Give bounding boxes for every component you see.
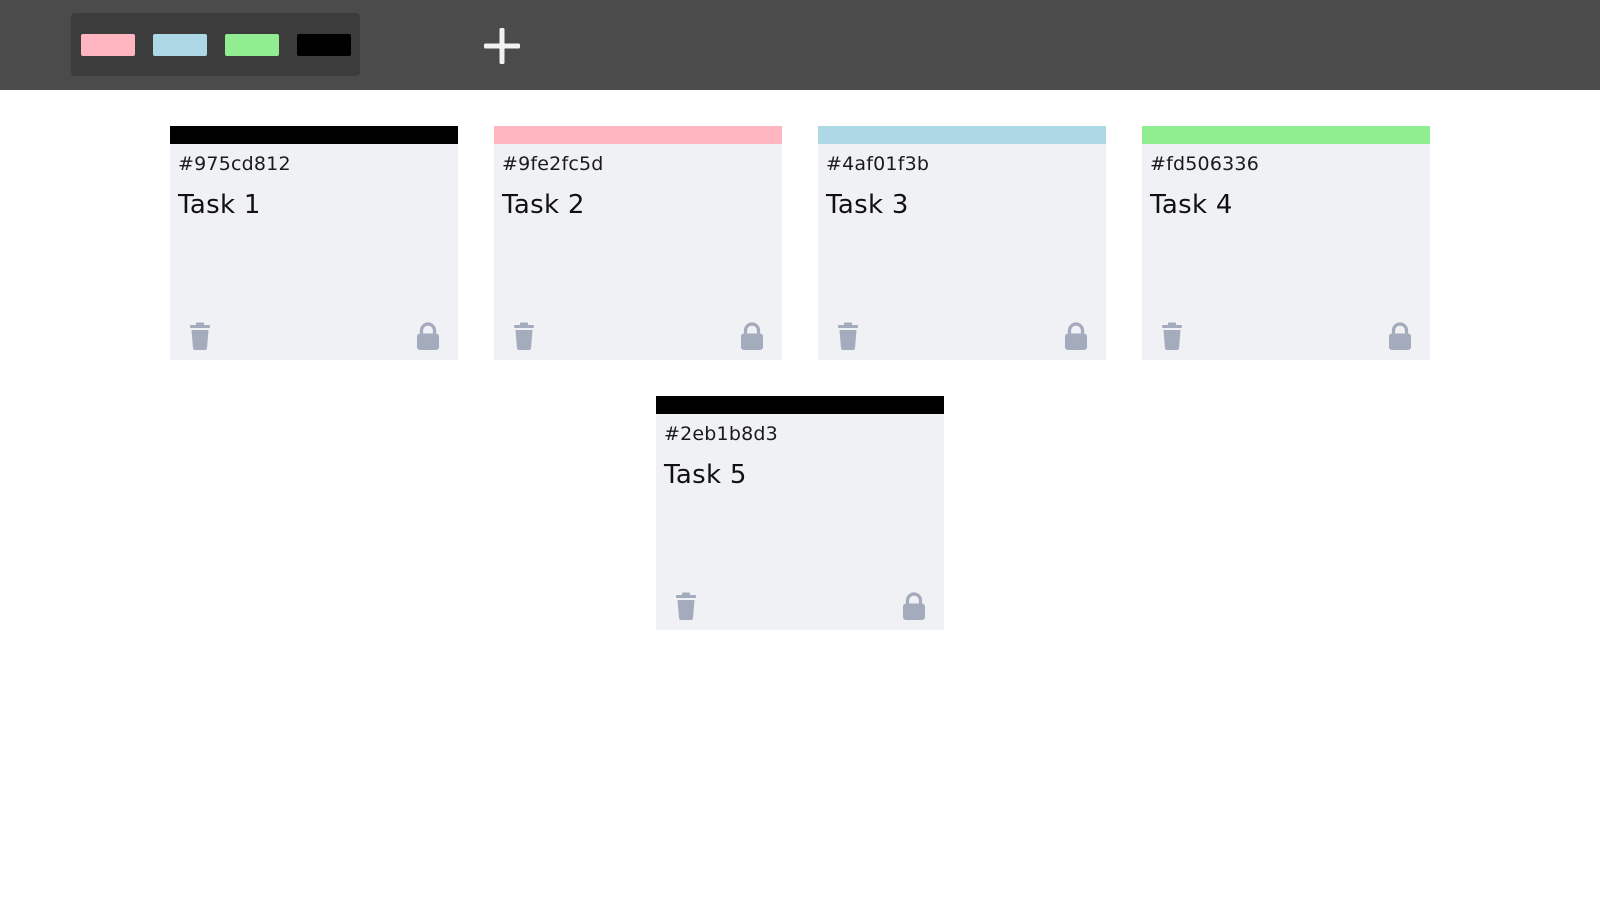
lock-icon xyxy=(1389,322,1411,350)
ticket-color-bar[interactable] xyxy=(494,126,782,144)
lock-ticket-button[interactable] xyxy=(413,321,443,351)
trash-icon xyxy=(1162,322,1182,350)
delete-ticket-button[interactable] xyxy=(671,591,701,621)
ticket-id: #fd506336 xyxy=(1150,153,1259,175)
trash-icon xyxy=(838,322,858,350)
ticket-card[interactable]: #2eb1b8d3 Task 5 xyxy=(656,396,944,630)
ticket-id: #4af01f3b xyxy=(826,153,930,175)
ticket-id: #2eb1b8d3 xyxy=(664,423,778,445)
lock-icon xyxy=(1065,322,1087,350)
color-swatch-pink[interactable] xyxy=(81,34,135,56)
trash-icon xyxy=(676,592,696,620)
delete-ticket-button[interactable] xyxy=(1157,321,1187,351)
trash-icon xyxy=(514,322,534,350)
lock-ticket-button[interactable] xyxy=(899,591,929,621)
ticket-id: #975cd812 xyxy=(178,153,291,175)
ticket-card[interactable]: #975cd812 Task 1 xyxy=(170,126,458,360)
delete-ticket-button[interactable] xyxy=(509,321,539,351)
ticket-id: #9fe2fc5d xyxy=(502,153,604,175)
ticket-card[interactable]: #4af01f3b Task 3 xyxy=(818,126,1106,360)
color-swatch-green[interactable] xyxy=(225,34,279,56)
lock-ticket-button[interactable] xyxy=(1061,321,1091,351)
ticket-card[interactable]: #9fe2fc5d Task 2 xyxy=(494,126,782,360)
toolbar xyxy=(0,0,1600,90)
lock-icon xyxy=(741,322,763,350)
add-ticket-button[interactable] xyxy=(480,24,524,68)
lock-ticket-button[interactable] xyxy=(737,321,767,351)
delete-ticket-button[interactable] xyxy=(833,321,863,351)
ticket-color-bar[interactable] xyxy=(1142,126,1430,144)
ticket-color-bar[interactable] xyxy=(170,126,458,144)
delete-ticket-button[interactable] xyxy=(185,321,215,351)
ticket-card[interactable]: #fd506336 Task 4 xyxy=(1142,126,1430,360)
color-swatch-blue[interactable] xyxy=(153,34,207,56)
lock-icon xyxy=(417,322,439,350)
color-swatch-black[interactable] xyxy=(297,34,351,56)
trash-icon xyxy=(190,322,210,350)
color-palette xyxy=(71,13,360,76)
ticket-color-bar[interactable] xyxy=(656,396,944,414)
ticket-color-bar[interactable] xyxy=(818,126,1106,144)
lock-icon xyxy=(903,592,925,620)
ticket-title[interactable]: Task 5 xyxy=(664,460,747,490)
lock-ticket-button[interactable] xyxy=(1385,321,1415,351)
ticket-title[interactable]: Task 4 xyxy=(1150,190,1233,220)
ticket-title[interactable]: Task 3 xyxy=(826,190,909,220)
ticket-title[interactable]: Task 1 xyxy=(178,190,261,220)
ticket-title[interactable]: Task 2 xyxy=(502,190,585,220)
plus-icon xyxy=(484,28,520,64)
